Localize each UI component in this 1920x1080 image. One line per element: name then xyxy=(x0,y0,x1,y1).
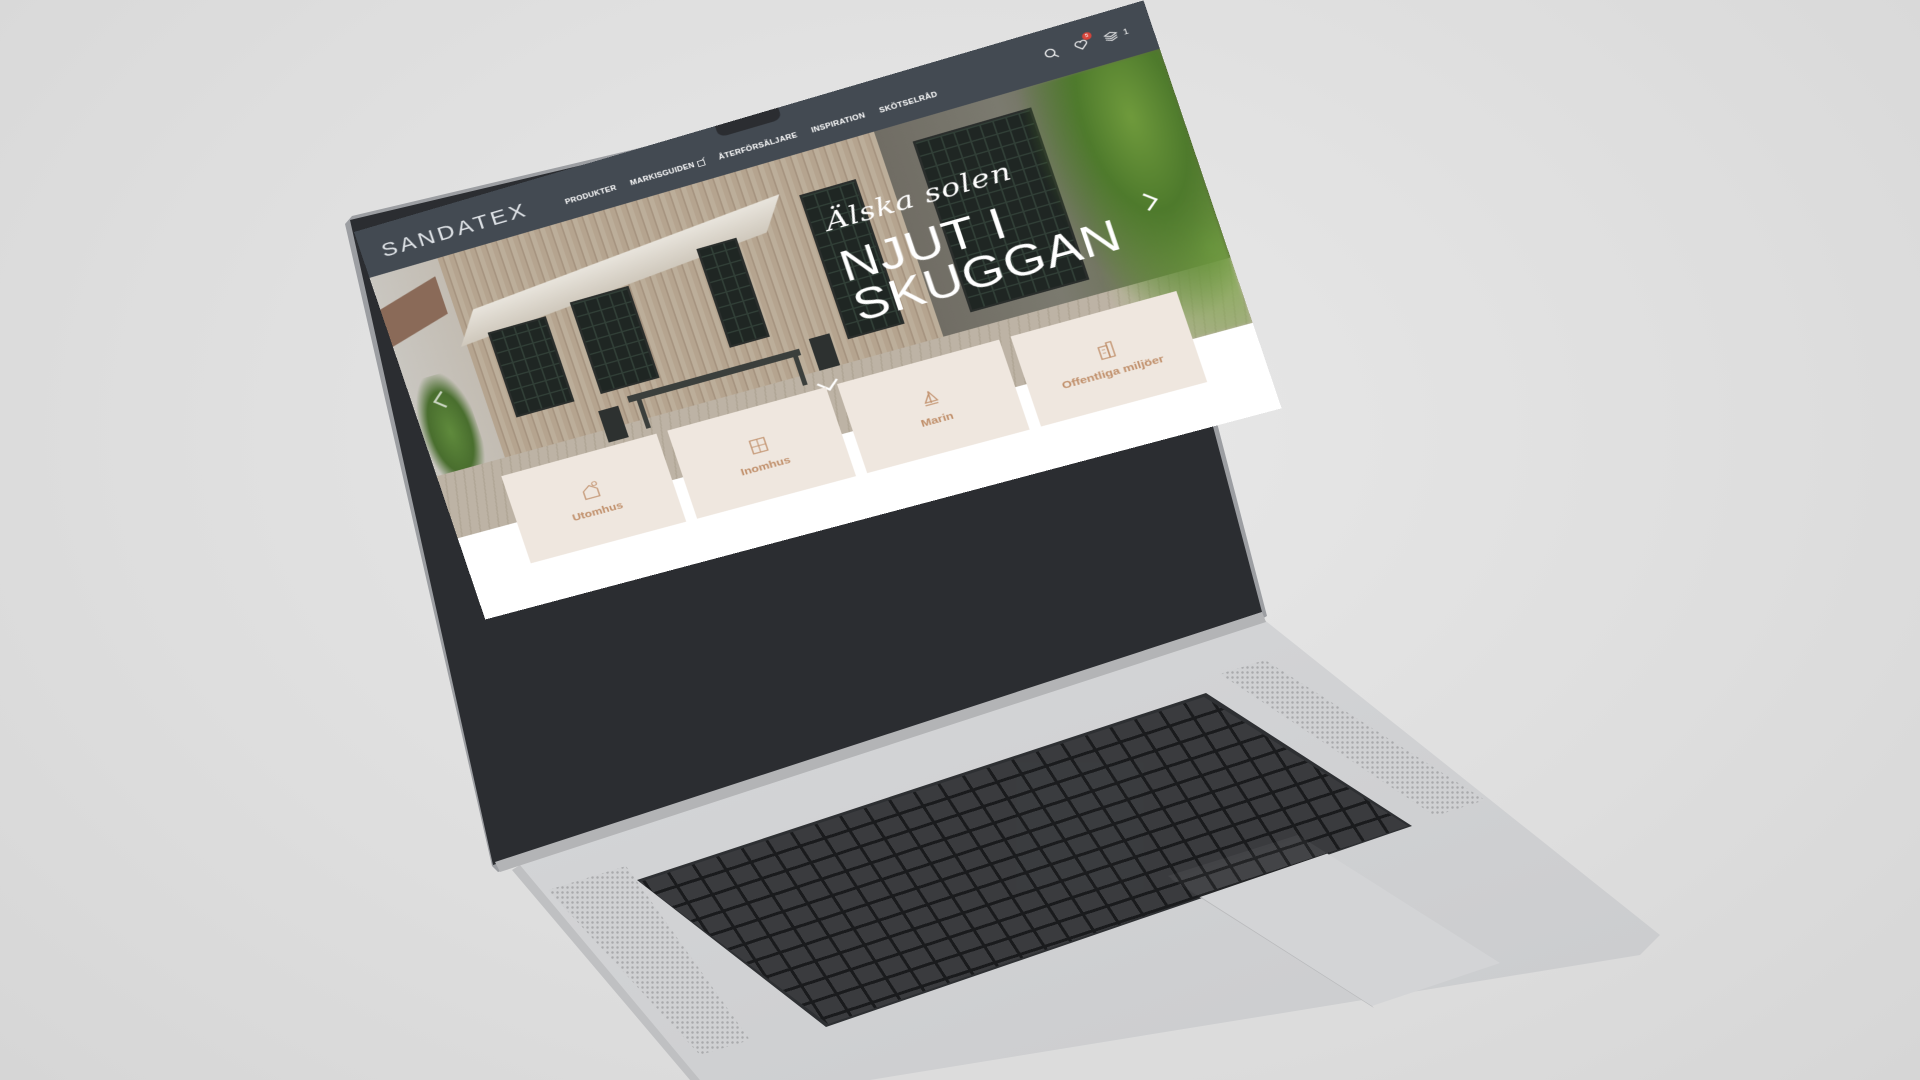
header-icons: 5 1 xyxy=(1042,25,1130,61)
camera-notch xyxy=(714,107,783,138)
sailboat-icon xyxy=(915,385,946,411)
cart-icon[interactable] xyxy=(1101,28,1120,44)
house-sun-icon xyxy=(576,478,605,503)
cart-count: 1 xyxy=(1122,27,1130,37)
external-link-icon xyxy=(696,159,706,168)
category-label: Utomhus xyxy=(570,499,625,524)
nav-label: PRODUKTER xyxy=(564,184,618,207)
search-icon[interactable] xyxy=(1042,46,1061,62)
heart-icon[interactable]: 5 xyxy=(1072,31,1093,53)
nav-item-produkter[interactable]: PRODUKTER xyxy=(564,184,617,206)
category-label: Inomhus xyxy=(739,453,792,478)
nav-label: INSPIRATION xyxy=(810,111,867,135)
nav-item-skotselrad[interactable]: SKÖTSELRÅD xyxy=(878,91,938,115)
window-icon xyxy=(743,432,773,457)
building-icon xyxy=(1090,337,1121,363)
nav-label: SKÖTSELRÅD xyxy=(878,90,939,115)
category-label: Marin xyxy=(919,409,956,430)
nav-item-inspiration[interactable]: INSPIRATION xyxy=(810,112,866,135)
nav-label: MARKISGUIDEN xyxy=(629,161,696,188)
